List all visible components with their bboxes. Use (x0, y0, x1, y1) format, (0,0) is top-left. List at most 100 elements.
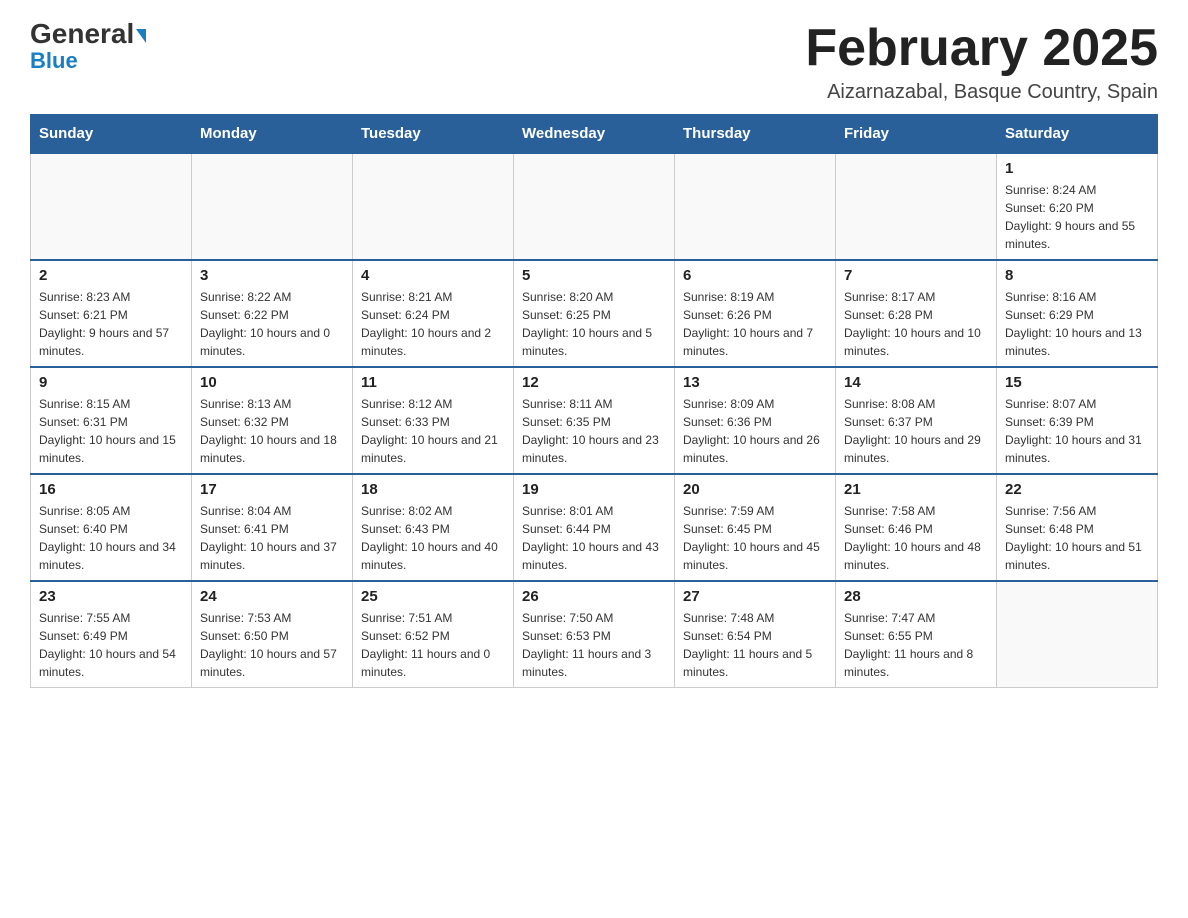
calendar-day-cell (675, 153, 836, 260)
calendar-day-cell: 2 Sunrise: 8:23 AMSunset: 6:21 PMDaylight… (31, 260, 192, 367)
calendar-day-cell: 28Sunrise: 7:47 AMSunset: 6:55 PMDayligh… (836, 581, 997, 688)
day-info: Sunrise: 8:24 AMSunset: 6:20 PMDaylight:… (1005, 181, 1149, 253)
day-info: Sunrise: 7:58 AMSunset: 6:46 PMDaylight:… (844, 502, 988, 574)
calendar-day-cell: 8 Sunrise: 8:16 AMSunset: 6:29 PMDaylight… (997, 260, 1158, 367)
calendar-day-cell: 3 Sunrise: 8:22 AMSunset: 6:22 PMDaylight… (192, 260, 353, 367)
day-info: Sunrise: 8:15 AMSunset: 6:31 PMDaylight:… (39, 395, 183, 467)
day-info: Sunrise: 8:07 AMSunset: 6:39 PMDaylight:… (1005, 395, 1149, 467)
calendar-table: SundayMondayTuesdayWednesdayThursdayFrid… (30, 114, 1158, 688)
day-number: 16 (39, 481, 183, 498)
calendar-day-cell: 1 Sunrise: 8:24 AMSunset: 6:20 PMDaylight… (997, 153, 1158, 260)
day-info: Sunrise: 8:20 AMSunset: 6:25 PMDaylight:… (522, 288, 666, 360)
day-number: 23 (39, 588, 183, 605)
calendar-day-cell: 21 Sunrise: 7:58 AMSunset: 6:46 PMDayligh… (836, 474, 997, 581)
page-header: General Blue February 2025 Aizarnazabal,… (30, 20, 1158, 104)
calendar-day-cell: 18 Sunrise: 8:02 AMSunset: 6:43 PMDayligh… (353, 474, 514, 581)
calendar-day-cell: 15 Sunrise: 8:07 AMSunset: 6:39 PMDayligh… (997, 367, 1158, 474)
day-number: 14 (844, 374, 988, 391)
day-info: Sunrise: 8:17 AMSunset: 6:28 PMDaylight:… (844, 288, 988, 360)
day-number: 9 (39, 374, 183, 391)
weekday-header-thursday: Thursday (675, 115, 836, 154)
day-info: Sunrise: 8:11 AMSunset: 6:35 PMDaylight:… (522, 395, 666, 467)
calendar-day-cell (31, 153, 192, 260)
calendar-day-cell: 25 Sunrise: 7:51 AMSunset: 6:52 PMDayligh… (353, 581, 514, 688)
day-number: 24 (200, 588, 344, 605)
day-info: Sunrise: 8:05 AMSunset: 6:40 PMDaylight:… (39, 502, 183, 574)
day-number: 8 (1005, 267, 1149, 284)
logo: General Blue (30, 20, 146, 74)
day-number: 18 (361, 481, 505, 498)
day-info: Sunrise: 8:23 AMSunset: 6:21 PMDaylight:… (39, 288, 183, 360)
day-number: 20 (683, 481, 827, 498)
calendar-day-cell: 27 Sunrise: 7:48 AMSunset: 6:54 PMDayligh… (675, 581, 836, 688)
day-info: Sunrise: 7:59 AMSunset: 6:45 PMDaylight:… (683, 502, 827, 574)
calendar-day-cell: 5 Sunrise: 8:20 AMSunset: 6:25 PMDaylight… (514, 260, 675, 367)
calendar-day-cell: 13 Sunrise: 8:09 AMSunset: 6:36 PMDayligh… (675, 367, 836, 474)
logo-blue: Blue (30, 48, 78, 74)
calendar-day-cell: 4 Sunrise: 8:21 AMSunset: 6:24 PMDaylight… (353, 260, 514, 367)
day-number: 1 (1005, 160, 1149, 177)
day-number: 27 (683, 588, 827, 605)
weekday-header-row: SundayMondayTuesdayWednesdayThursdayFrid… (31, 115, 1158, 154)
weekday-header-monday: Monday (192, 115, 353, 154)
day-number: 21 (844, 481, 988, 498)
day-info: Sunrise: 8:09 AMSunset: 6:36 PMDaylight:… (683, 395, 827, 467)
calendar-day-cell: 24 Sunrise: 7:53 AMSunset: 6:50 PMDayligh… (192, 581, 353, 688)
calendar-day-cell: 9 Sunrise: 8:15 AMSunset: 6:31 PMDaylight… (31, 367, 192, 474)
calendar-day-cell: 16 Sunrise: 8:05 AMSunset: 6:40 PMDayligh… (31, 474, 192, 581)
weekday-header-saturday: Saturday (997, 115, 1158, 154)
logo-triangle-icon (136, 29, 146, 43)
weekday-header-friday: Friday (836, 115, 997, 154)
weekday-header-wednesday: Wednesday (514, 115, 675, 154)
day-number: 2 (39, 267, 183, 284)
day-number: 28 (844, 588, 988, 605)
calendar-day-cell (353, 153, 514, 260)
calendar-week-row: 2 Sunrise: 8:23 AMSunset: 6:21 PMDaylight… (31, 260, 1158, 367)
calendar-day-cell: 14 Sunrise: 8:08 AMSunset: 6:37 PMDayligh… (836, 367, 997, 474)
calendar-week-row: 9 Sunrise: 8:15 AMSunset: 6:31 PMDaylight… (31, 367, 1158, 474)
calendar-day-cell (997, 581, 1158, 688)
calendar-day-cell: 17 Sunrise: 8:04 AMSunset: 6:41 PMDayligh… (192, 474, 353, 581)
weekday-header-sunday: Sunday (31, 115, 192, 154)
logo-general: General (30, 20, 146, 48)
calendar-day-cell: 7 Sunrise: 8:17 AMSunset: 6:28 PMDaylight… (836, 260, 997, 367)
day-info: Sunrise: 8:08 AMSunset: 6:37 PMDaylight:… (844, 395, 988, 467)
day-info: Sunrise: 8:22 AMSunset: 6:22 PMDaylight:… (200, 288, 344, 360)
day-number: 5 (522, 267, 666, 284)
day-info: Sunrise: 7:53 AMSunset: 6:50 PMDaylight:… (200, 609, 344, 681)
day-info: Sunrise: 8:02 AMSunset: 6:43 PMDaylight:… (361, 502, 505, 574)
day-info: Sunrise: 8:04 AMSunset: 6:41 PMDaylight:… (200, 502, 344, 574)
calendar-day-cell: 26 Sunrise: 7:50 AMSunset: 6:53 PMDayligh… (514, 581, 675, 688)
day-number: 4 (361, 267, 505, 284)
day-info: Sunrise: 7:50 AMSunset: 6:53 PMDaylight:… (522, 609, 666, 681)
day-info: Sunrise: 8:21 AMSunset: 6:24 PMDaylight:… (361, 288, 505, 360)
day-number: 17 (200, 481, 344, 498)
day-info: Sunrise: 8:12 AMSunset: 6:33 PMDaylight:… (361, 395, 505, 467)
day-info: Sunrise: 7:56 AMSunset: 6:48 PMDaylight:… (1005, 502, 1149, 574)
day-number: 7 (844, 267, 988, 284)
weekday-header-tuesday: Tuesday (353, 115, 514, 154)
day-number: 22 (1005, 481, 1149, 498)
title-block: February 2025 Aizarnazabal, Basque Count… (805, 20, 1158, 104)
month-title: February 2025 (805, 20, 1158, 77)
day-number: 12 (522, 374, 666, 391)
day-info: Sunrise: 8:13 AMSunset: 6:32 PMDaylight:… (200, 395, 344, 467)
calendar-day-cell (836, 153, 997, 260)
day-number: 25 (361, 588, 505, 605)
day-info: Sunrise: 7:51 AMSunset: 6:52 PMDaylight:… (361, 609, 505, 681)
calendar-day-cell: 10 Sunrise: 8:13 AMSunset: 6:32 PMDayligh… (192, 367, 353, 474)
day-info: Sunrise: 8:16 AMSunset: 6:29 PMDaylight:… (1005, 288, 1149, 360)
location-title: Aizarnazabal, Basque Country, Spain (805, 81, 1158, 104)
day-info: Sunrise: 8:01 AMSunset: 6:44 PMDaylight:… (522, 502, 666, 574)
day-number: 10 (200, 374, 344, 391)
day-number: 26 (522, 588, 666, 605)
day-info: Sunrise: 7:48 AMSunset: 6:54 PMDaylight:… (683, 609, 827, 681)
day-number: 11 (361, 374, 505, 391)
calendar-day-cell: 19Sunrise: 8:01 AMSunset: 6:44 PMDayligh… (514, 474, 675, 581)
calendar-day-cell: 22 Sunrise: 7:56 AMSunset: 6:48 PMDayligh… (997, 474, 1158, 581)
calendar-day-cell (192, 153, 353, 260)
calendar-week-row: 16 Sunrise: 8:05 AMSunset: 6:40 PMDayligh… (31, 474, 1158, 581)
day-number: 3 (200, 267, 344, 284)
day-number: 15 (1005, 374, 1149, 391)
day-number: 13 (683, 374, 827, 391)
